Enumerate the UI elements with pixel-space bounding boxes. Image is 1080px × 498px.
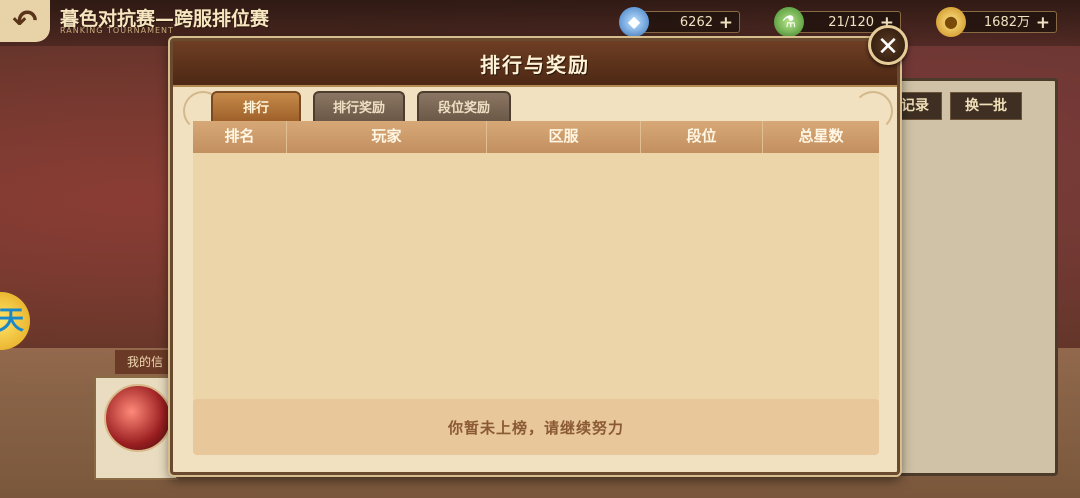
back-arrow-icon: ↶ [12,3,38,39]
dialog-title: 排行与奖励 [480,52,590,77]
column-header-player: 玩家 [287,121,487,153]
column-header-server: 区服 [487,121,641,153]
back-button[interactable]: ↶ [0,0,50,42]
diamond-icon: ◆ [619,7,649,37]
column-header-rank: 排名 [193,121,287,153]
tab-ranking-rewards[interactable]: 排行奖励 [313,91,405,123]
my-info-tab: 我的信 [115,350,175,374]
resource-gold: ● 1682万 + [936,7,1057,37]
dialog-header: 排行与奖励 [173,41,897,87]
close-button[interactable]: ✕ [868,25,908,65]
not-ranked-message: 你暂未上榜，请继续努力 [447,418,624,437]
potion-icon: ⚗ [774,7,804,37]
column-header-tier: 段位 [641,121,763,153]
ranking-dialog: 排行与奖励 排行 排行奖励 段位奖励 排名 玩家 区服 段位 总星数 你暂未上榜… [170,38,900,475]
opponent-panel [880,78,1058,476]
table-header: 排名 玩家 区服 段位 总星数 [193,121,879,153]
resource-diamonds: ◆ 6262 + [619,7,740,37]
my-rank-bar: 你暂未上榜，请继续努力 [193,399,879,455]
page-subtitle: RANKING TOURNAMENT [60,26,174,35]
diamond-count: 6262 [679,15,713,30]
gold-coin-icon: ● [936,7,966,37]
ranking-table: 排名 玩家 区服 段位 总星数 你暂未上榜，请继续努力 [193,121,879,455]
tab-ranking[interactable]: 排行 [211,91,301,123]
add-diamonds-button[interactable]: + [719,12,733,34]
gold-count: 1682万 [983,15,1030,30]
tab-tier-rewards[interactable]: 段位奖励 [417,91,511,123]
stamina-count: 21/120 [828,15,874,30]
avatar [104,384,172,452]
refresh-button[interactable]: 换一批 [950,92,1022,120]
add-gold-button[interactable]: + [1036,12,1050,34]
column-header-total-stars: 总星数 [798,127,844,145]
close-icon: ✕ [877,32,899,62]
